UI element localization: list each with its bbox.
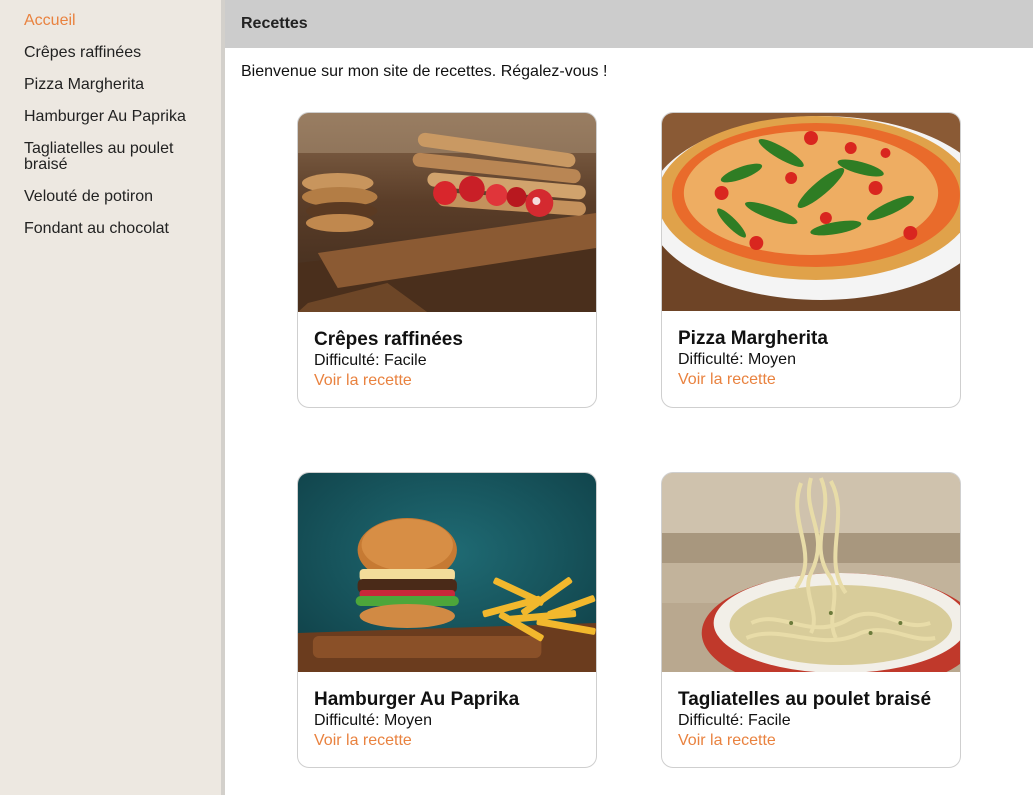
recipe-image-pizza: [662, 113, 960, 311]
recipe-title: Tagliatelles au poulet braisé: [678, 689, 932, 710]
recipe-card-crepes: Crêpes raffinées Difficulté: Facile Voir…: [297, 112, 597, 408]
sidebar-item-fondant[interactable]: Fondant au chocolat: [0, 221, 221, 237]
recipe-link-pizza[interactable]: Voir la recette: [678, 370, 776, 390]
recipe-card-pizza: Pizza Margherita Difficulté: Moyen Voir …: [661, 112, 961, 408]
sidebar: Accueil Crêpes raffinées Pizza Margherit…: [0, 0, 221, 795]
recipe-difficulty: Difficulté: Facile: [678, 712, 791, 729]
welcome-text: Bienvenue sur mon site de recettes. Réga…: [241, 63, 608, 80]
sidebar-item-accueil[interactable]: Accueil: [0, 13, 221, 29]
recipe-link-crepes[interactable]: Voir la recette: [314, 371, 412, 391]
recipe-image-hamburger: [298, 473, 596, 672]
sidebar-item-tagliatelles[interactable]: Tagliatelles au poulet braisé: [0, 141, 200, 173]
page-title: Recettes: [241, 15, 308, 32]
sidebar-item-hamburger[interactable]: Hamburger Au Paprika: [0, 109, 221, 125]
recipe-title: Hamburger Au Paprika: [314, 689, 520, 710]
recipe-title: Pizza Margherita: [678, 328, 828, 349]
sidebar-item-pizza[interactable]: Pizza Margherita: [0, 77, 221, 93]
recipe-link-hamburger[interactable]: Voir la recette: [314, 731, 412, 751]
recipe-title: Crêpes raffinées: [314, 329, 463, 350]
sidebar-divider: [221, 0, 225, 795]
recipe-image-crepes: [298, 113, 596, 312]
recipe-link-tagliatelles[interactable]: Voir la recette: [678, 731, 776, 751]
sidebar-item-veloute[interactable]: Velouté de potiron: [0, 189, 221, 205]
recipe-difficulty: Difficulté: Facile: [314, 352, 427, 369]
recipe-difficulty: Difficulté: Moyen: [678, 351, 796, 368]
sidebar-menu: Accueil Crêpes raffinées Pizza Margherit…: [0, 0, 221, 237]
recipe-card-hamburger: Hamburger Au Paprika Difficulté: Moyen V…: [297, 472, 597, 768]
recipe-card-tagliatelles: Tagliatelles au poulet braisé Difficulté…: [661, 472, 961, 768]
sidebar-item-crepes[interactable]: Crêpes raffinées: [0, 45, 221, 61]
top-bar: Recettes: [225, 0, 1033, 48]
recipe-difficulty: Difficulté: Moyen: [314, 712, 432, 729]
recipe-image-tagliatelles: [662, 473, 960, 672]
